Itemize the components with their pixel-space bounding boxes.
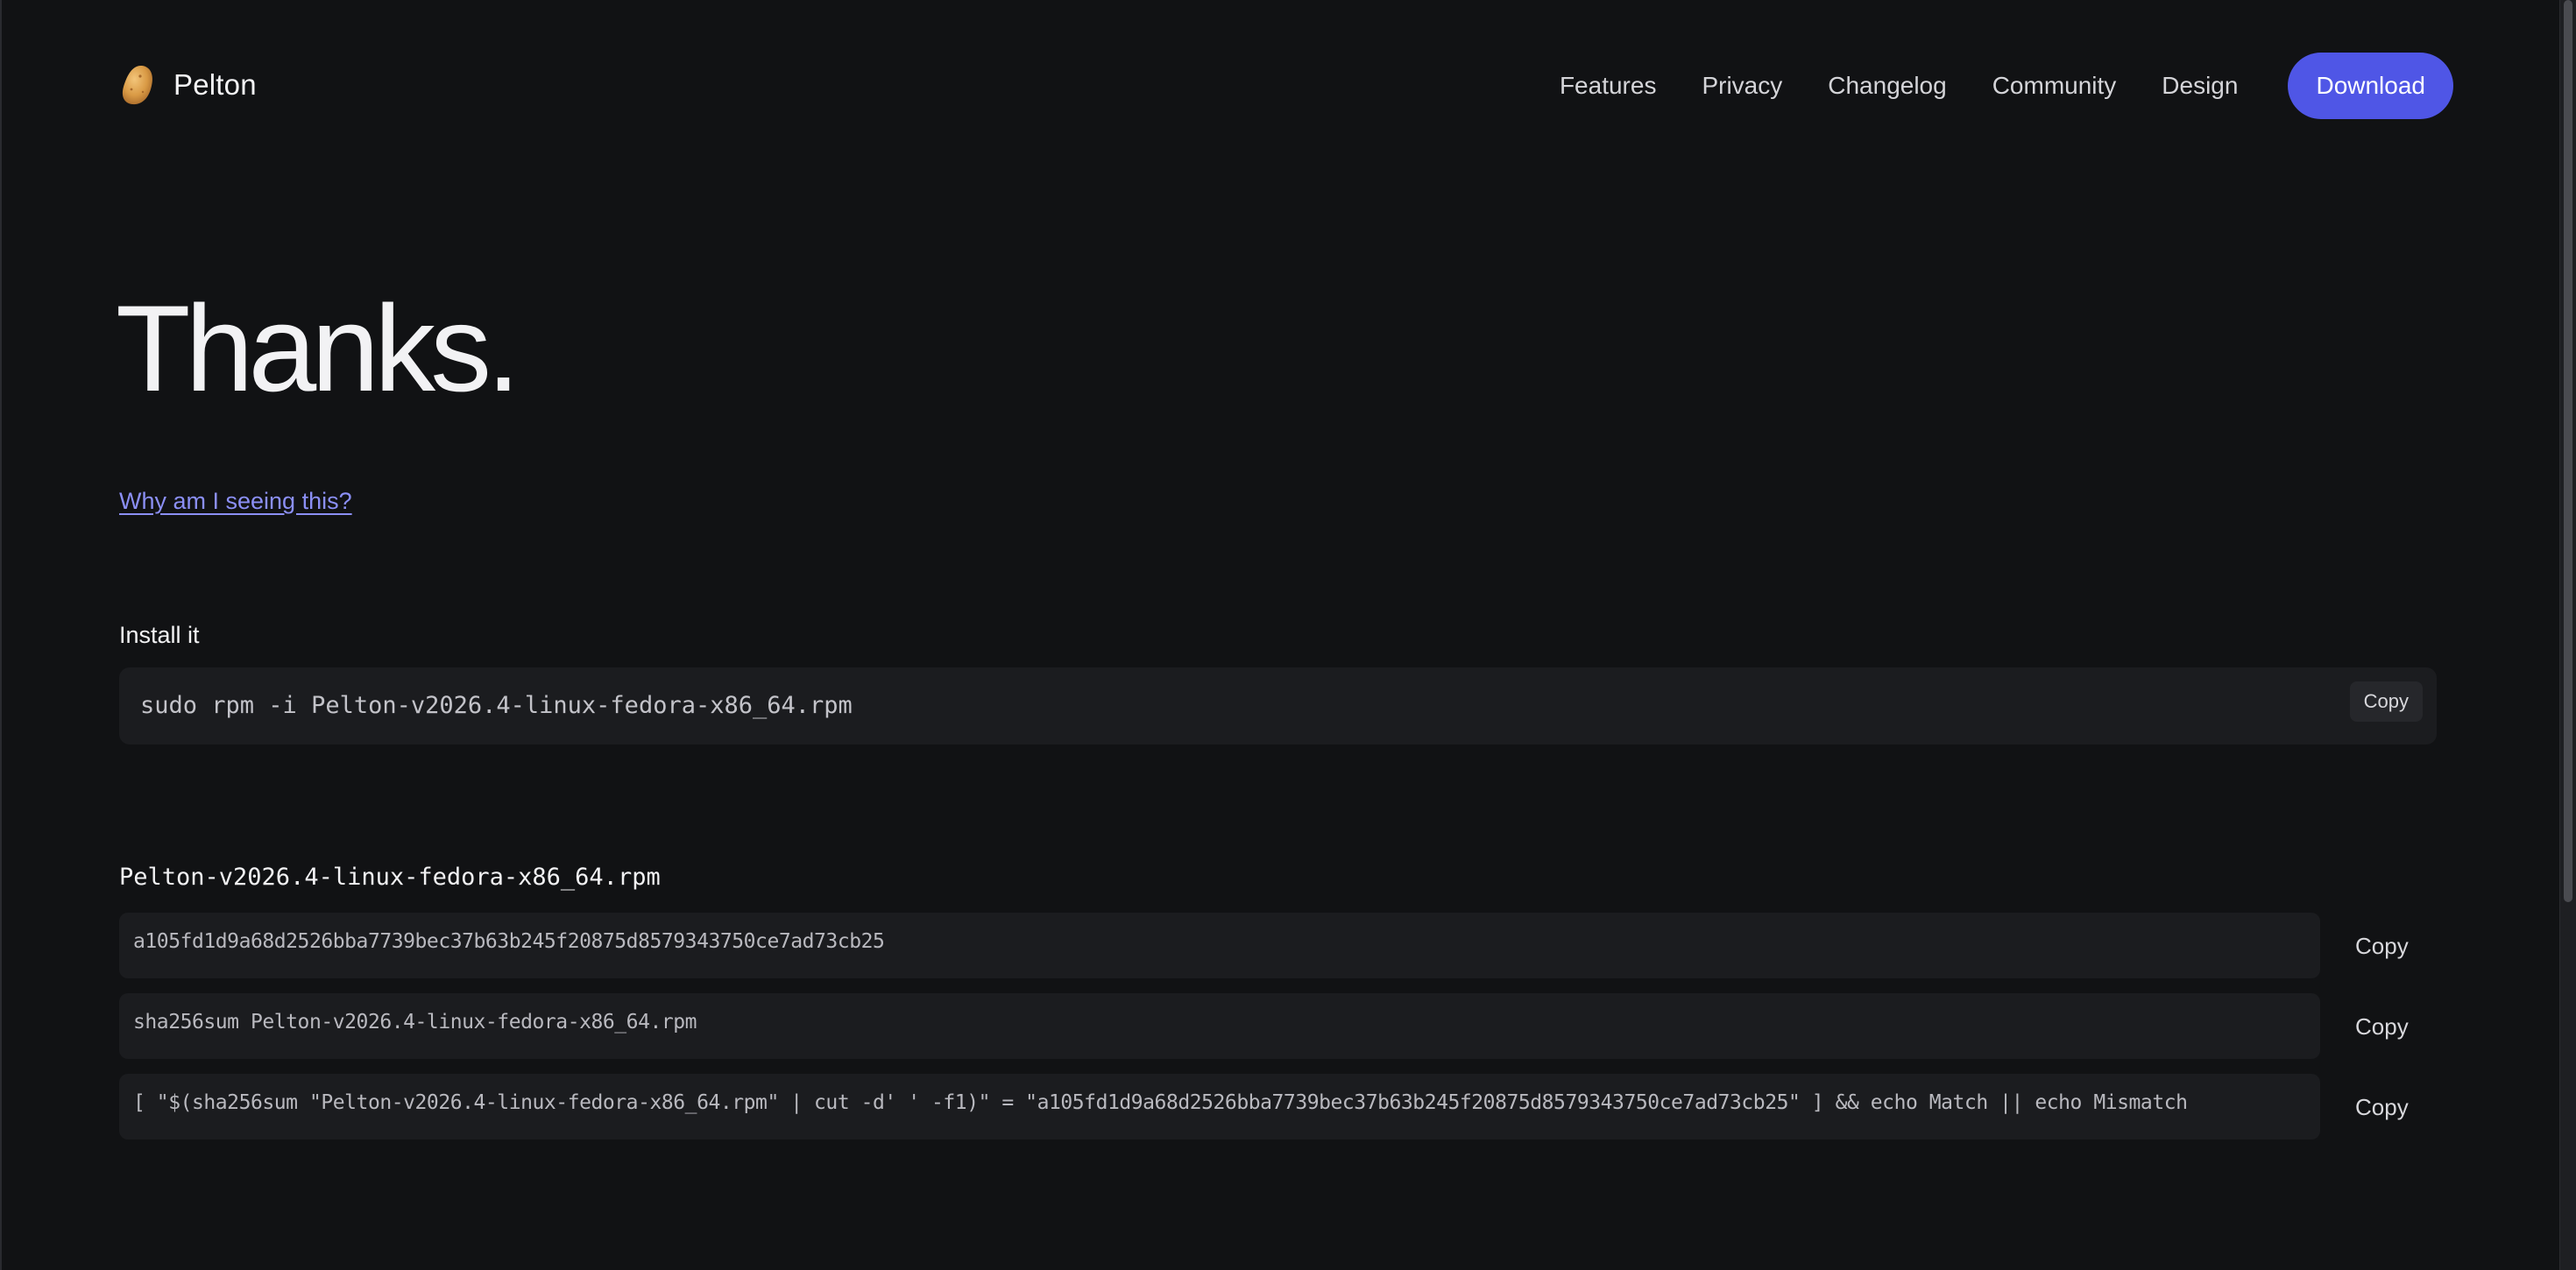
nav-features[interactable]: Features [1560,72,1657,100]
nav-design[interactable]: Design [2162,72,2238,100]
command-copy-button[interactable]: Copy [2355,1013,2409,1041]
install-command-box: sudo rpm -i Pelton-v2026.4-linux-fedora-… [119,667,2437,744]
nav-privacy[interactable]: Privacy [1702,72,1782,100]
verify-copy-button[interactable]: Copy [2355,1094,2409,1121]
checksum-command[interactable]: sha256sum Pelton-v2026.4-linux-fedora-x8… [133,993,697,1051]
scrollbar[interactable] [2559,0,2576,1270]
why-link[interactable]: Why am I seeing this? [119,488,352,515]
checksum-verify-row: [ "$(sha256sum "Pelton-v2026.4-linux-fed… [119,1074,2320,1139]
potato-icon [119,63,156,107]
install-copy-button[interactable]: Copy [2349,681,2423,722]
hash-copy-button[interactable]: Copy [2355,933,2409,960]
page: Pelton Features Privacy Changelog Commun… [0,0,2576,1270]
checksum-hash-row: a105fd1d9a68d2526bba7739bec37b63b245f208… [119,913,2320,978]
checksum-file-name: Pelton-v2026.4-linux-fedora-x86_64.rpm [119,864,661,891]
checksum-hash[interactable]: a105fd1d9a68d2526bba7739bec37b63b245f208… [133,913,885,970]
main-nav: Features Privacy Changelog Community Des… [1560,53,2453,119]
install-label: Install it [119,622,200,648]
checksum-verify-command[interactable]: [ "$(sha256sum "Pelton-v2026.4-linux-fed… [133,1074,2188,1132]
brand-name: Pelton [173,68,257,101]
download-button[interactable]: Download [2288,53,2453,119]
page-title: Thanks. [116,279,520,417]
brand-logo-link[interactable]: Pelton [119,63,257,107]
nav-changelog[interactable]: Changelog [1828,72,1946,100]
scrollbar-thumb[interactable] [2564,0,2572,902]
window-edge [0,0,2,1270]
install-command[interactable]: sudo rpm -i Pelton-v2026.4-linux-fedora-… [140,667,853,744]
checksum-command-row: sha256sum Pelton-v2026.4-linux-fedora-x8… [119,993,2320,1059]
nav-community[interactable]: Community [1992,72,2117,100]
